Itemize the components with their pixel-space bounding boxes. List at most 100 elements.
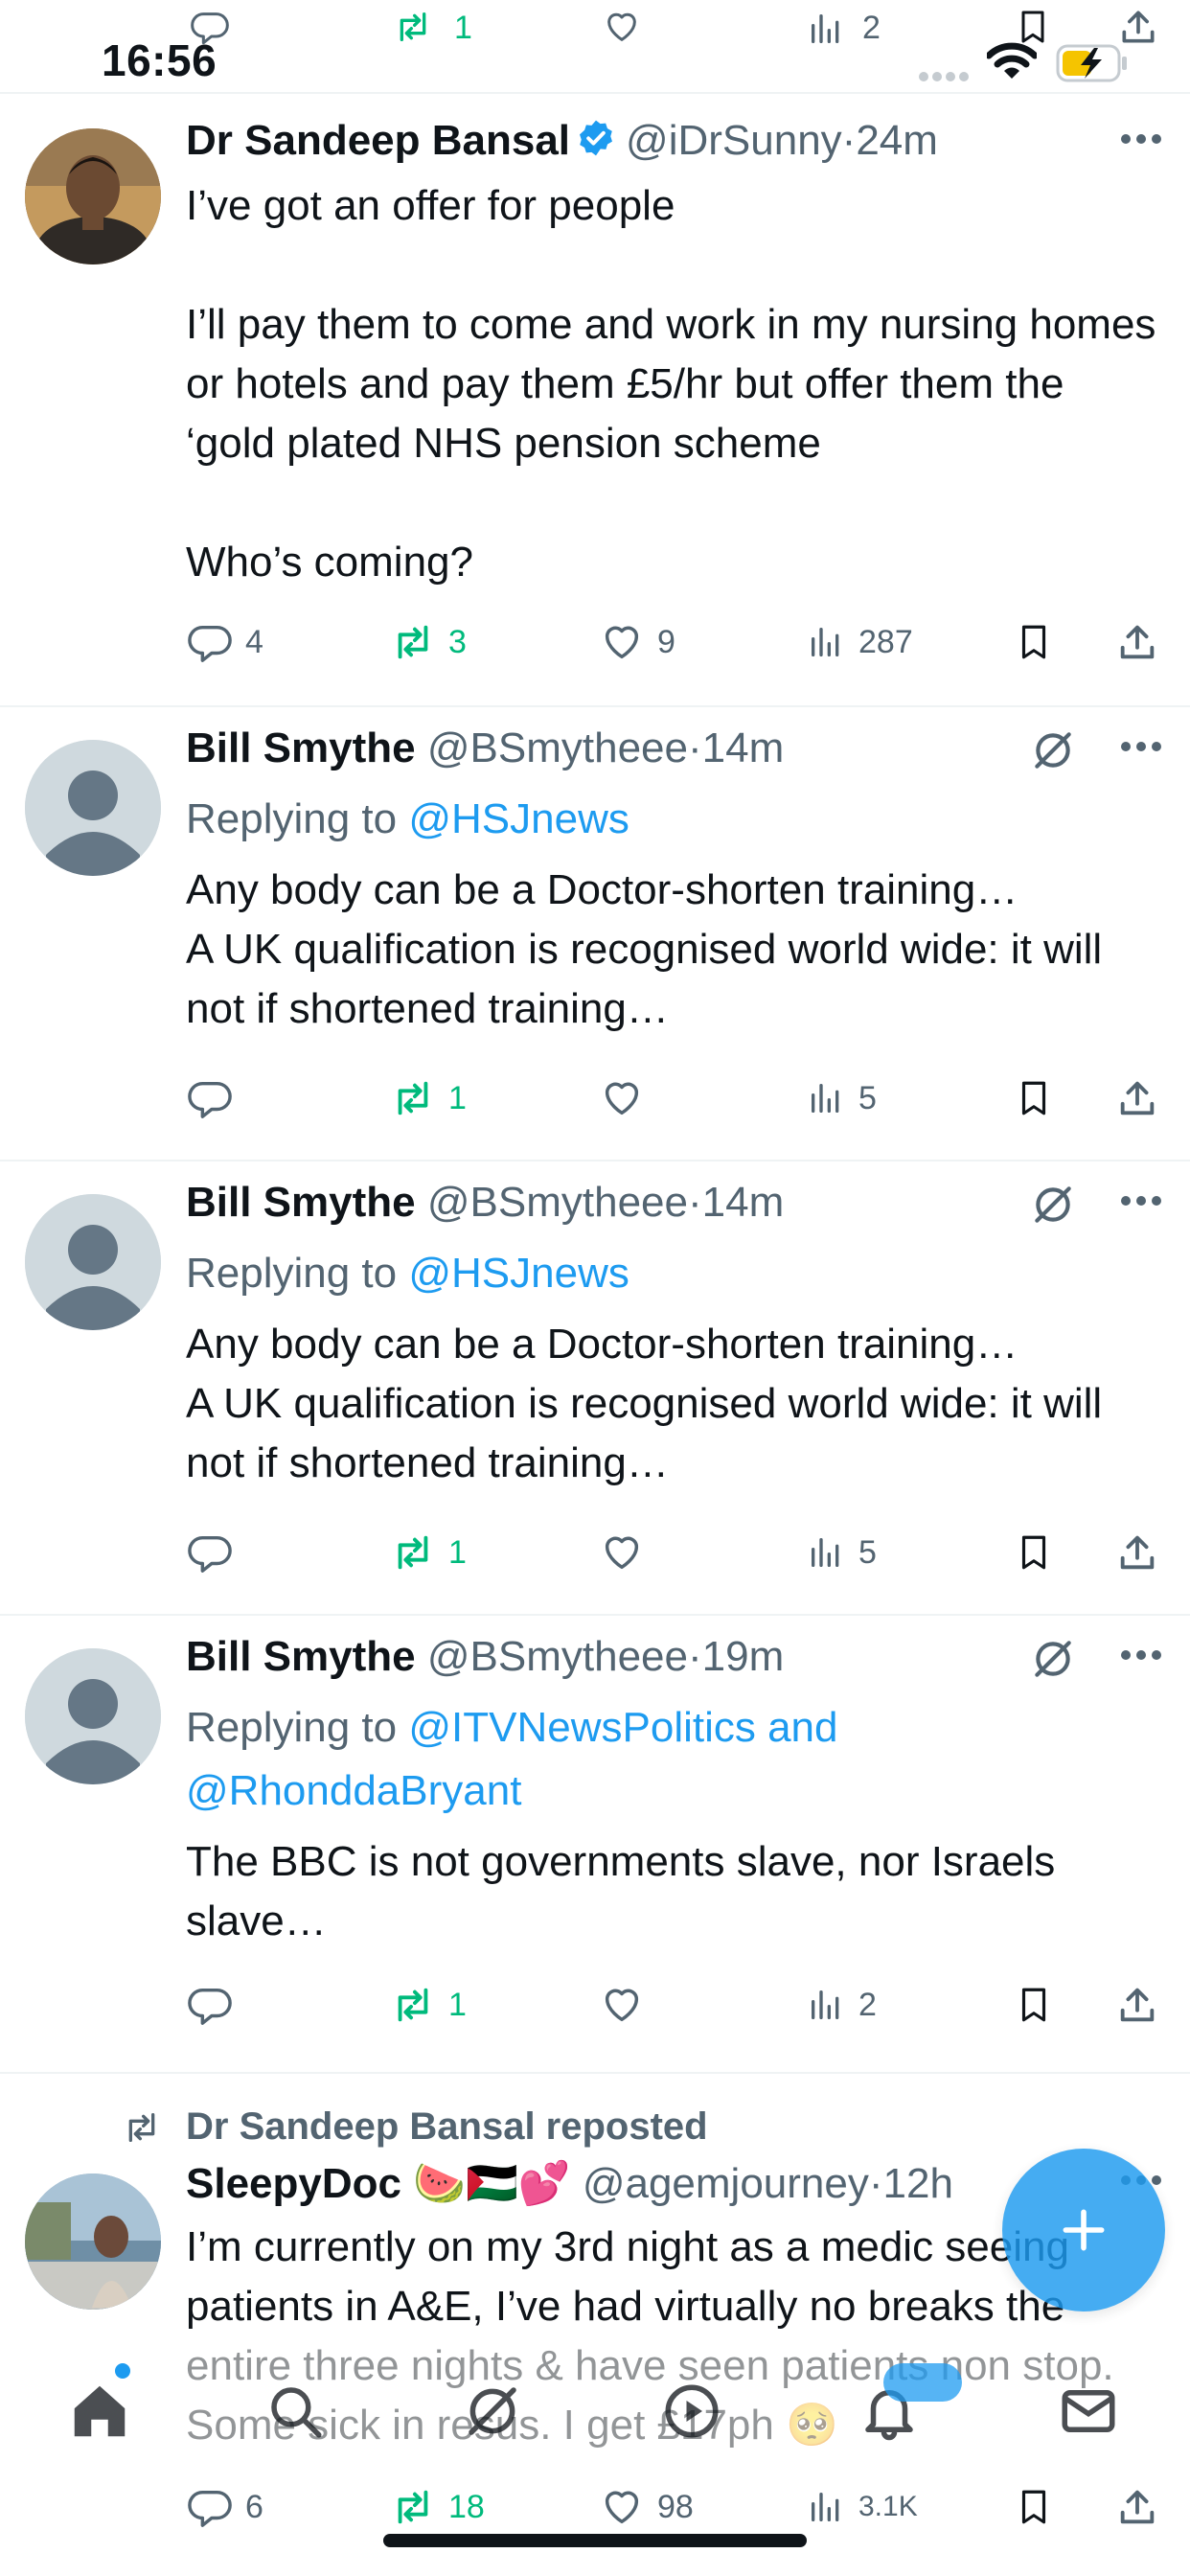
- retweet-count: 1: [448, 1079, 467, 1116]
- avatar[interactable]: [25, 1648, 161, 1784]
- retweet-button[interactable]: 18: [391, 2476, 485, 2538]
- like-button[interactable]: 98: [600, 2476, 694, 2538]
- reply-icon: [188, 2490, 232, 2527]
- author-handle[interactable]: @BSmytheee: [427, 1633, 688, 1680]
- bookmark-button[interactable]: [1014, 2476, 1054, 2538]
- reply-button[interactable]: [188, 1522, 245, 1583]
- heart-icon: [605, 626, 639, 659]
- author-handle[interactable]: @BSmytheee: [427, 724, 688, 771]
- share-icon: [1120, 2490, 1155, 2524]
- grok-icon[interactable]: [1029, 1181, 1077, 1229]
- share-button[interactable]: [1115, 1974, 1159, 2036]
- views-button[interactable]: 5: [807, 1068, 877, 1129]
- tweet-time[interactable]: 12h: [883, 2160, 953, 2207]
- author-handle[interactable]: @agemjourney: [583, 2160, 869, 2207]
- tweet[interactable]: Bill Smythe @BSmytheee·14m Replying to @…: [0, 707, 1190, 1162]
- reply-count: 4: [245, 623, 263, 660]
- tweet-actions: 6 18 98 3.1K: [186, 2476, 1163, 2538]
- like-button[interactable]: 9: [600, 611, 675, 673]
- like-count: 9: [657, 623, 675, 660]
- like-button[interactable]: [600, 1522, 657, 1583]
- author-name[interactable]: Bill Smythe: [186, 1179, 416, 1226]
- reply-button[interactable]: 6: [188, 2476, 263, 2538]
- tweet-time[interactable]: 19m: [702, 1633, 785, 1680]
- grok-icon[interactable]: [1029, 726, 1077, 774]
- home-icon: [74, 2385, 126, 2437]
- mention-link[interactable]: @HSJnews: [408, 795, 629, 842]
- like-button[interactable]: [600, 1068, 657, 1129]
- author-handle[interactable]: @iDrSunny: [626, 117, 842, 164]
- nav-home[interactable]: [61, 2373, 138, 2450]
- tweet-time[interactable]: 14m: [702, 724, 785, 771]
- wifi-icon: [987, 42, 1037, 79]
- more-icon[interactable]: [1119, 1194, 1163, 1208]
- author-name[interactable]: Dr Sandeep Bansal: [186, 117, 570, 164]
- more-icon[interactable]: [1119, 1648, 1163, 1662]
- avatar[interactable]: [25, 1194, 161, 1330]
- more-icon[interactable]: [1119, 740, 1163, 753]
- tweet-header: Bill Smythe @BSmytheee·19m: [186, 1633, 1163, 1692]
- bookmark-button[interactable]: [1014, 1974, 1054, 2036]
- nav-messages[interactable]: [1050, 2373, 1127, 2450]
- home-indicator[interactable]: [383, 2534, 807, 2547]
- author-name[interactable]: SleepyDoc 🍉🇵🇸💕: [186, 2160, 571, 2207]
- share-button[interactable]: [1115, 1068, 1159, 1129]
- views-count: 5: [858, 1533, 877, 1571]
- grok-icon[interactable]: [1029, 1635, 1077, 1683]
- share-button[interactable]: [1115, 2476, 1159, 2538]
- views-count: 3.1K: [858, 2491, 918, 2522]
- tweet-time[interactable]: 24m: [856, 117, 938, 164]
- mention-link[interactable]: @HSJnews: [408, 1250, 629, 1297]
- mention-link[interactable]: @ITVNewsPolitics and: [408, 1704, 837, 1751]
- views-button[interactable]: 3.1K: [807, 2476, 918, 2538]
- views-icon: [812, 1538, 839, 1567]
- bookmark-button[interactable]: [1014, 1522, 1054, 1583]
- share-icon: [1120, 1988, 1155, 2022]
- tweet[interactable]: Dr Sandeep Bansal @iDrSunny·24m I’ve got …: [0, 94, 1190, 707]
- retweet-count: 3: [448, 623, 467, 660]
- reply-button[interactable]: [188, 1974, 245, 2036]
- compose-button[interactable]: [1002, 2149, 1165, 2312]
- tweet-actions: 1 5: [186, 1522, 1163, 1583]
- author-name[interactable]: Bill Smythe: [186, 1633, 416, 1680]
- tweet-time[interactable]: 14m: [702, 1179, 785, 1226]
- share-button[interactable]: [1115, 611, 1159, 673]
- like-count: 98: [657, 2488, 694, 2525]
- signal-dots-icon: [919, 72, 969, 81]
- reply-icon: [188, 1988, 232, 2025]
- avatar[interactable]: [25, 740, 161, 876]
- tweet-header: Bill Smythe @BSmytheee·14m: [186, 1179, 1163, 1238]
- separator-dot: ·: [687, 724, 702, 771]
- views-button[interactable]: 287: [807, 611, 913, 673]
- retweet-button[interactable]: 1: [391, 1068, 467, 1129]
- views-button[interactable]: 5: [807, 1522, 877, 1583]
- retweet-button[interactable]: 1: [391, 1974, 467, 2036]
- avatar[interactable]: [25, 2174, 161, 2310]
- share-button[interactable]: [1115, 1522, 1159, 1583]
- reply-button[interactable]: 4: [188, 611, 263, 673]
- bookmark-button[interactable]: [1014, 1068, 1054, 1129]
- tweet[interactable]: Bill Smythe @BSmytheee·19m Replying to @…: [0, 1616, 1190, 2074]
- retweet-button[interactable]: 1: [391, 1522, 467, 1583]
- more-icon[interactable]: [1119, 132, 1163, 146]
- nav-search[interactable]: [257, 2373, 333, 2450]
- author-name[interactable]: Bill Smythe: [186, 724, 416, 771]
- like-button[interactable]: [600, 1974, 657, 2036]
- repost-label[interactable]: Dr Sandeep Bansal reposted: [186, 2105, 708, 2148]
- nav-grok[interactable]: [454, 2373, 531, 2450]
- share-icon: [1120, 625, 1155, 659]
- avatar[interactable]: [25, 128, 161, 264]
- tweet[interactable]: Bill Smythe @BSmytheee·14m Replying to @…: [0, 1162, 1190, 1616]
- nav-video[interactable]: [653, 2373, 730, 2450]
- retweet-button[interactable]: 3: [391, 611, 467, 673]
- reply-button[interactable]: [188, 1068, 245, 1129]
- bookmark-button[interactable]: [1014, 611, 1054, 673]
- share-icon: [1120, 1535, 1155, 1570]
- separator-dot: ·: [687, 1179, 702, 1226]
- author-handle[interactable]: @BSmytheee: [427, 1179, 688, 1226]
- home-unread-dot: [115, 2363, 130, 2379]
- views-button[interactable]: 2: [807, 1974, 877, 2036]
- status-time: 16:56: [102, 35, 217, 85]
- mention-link[interactable]: @RhonddaBryant: [186, 1767, 521, 1814]
- bookmark-icon: [1021, 1081, 1046, 1116]
